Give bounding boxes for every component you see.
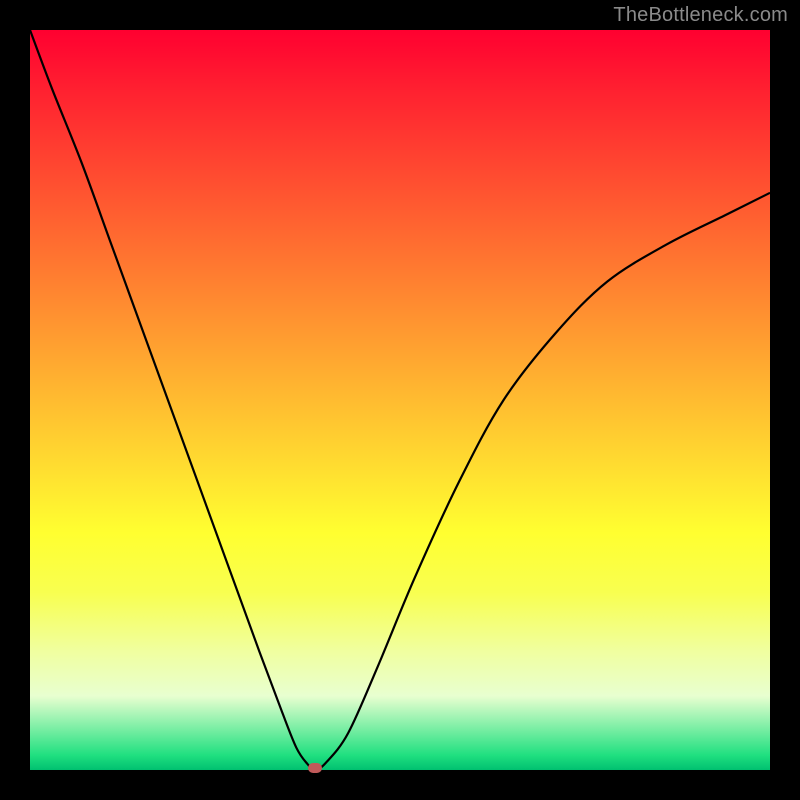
plot-area bbox=[30, 30, 770, 770]
min-marker bbox=[308, 763, 322, 773]
bottleneck-curve bbox=[30, 30, 770, 770]
attribution-text: TheBottleneck.com bbox=[613, 4, 788, 27]
chart-frame: TheBottleneck.com bbox=[0, 0, 800, 800]
